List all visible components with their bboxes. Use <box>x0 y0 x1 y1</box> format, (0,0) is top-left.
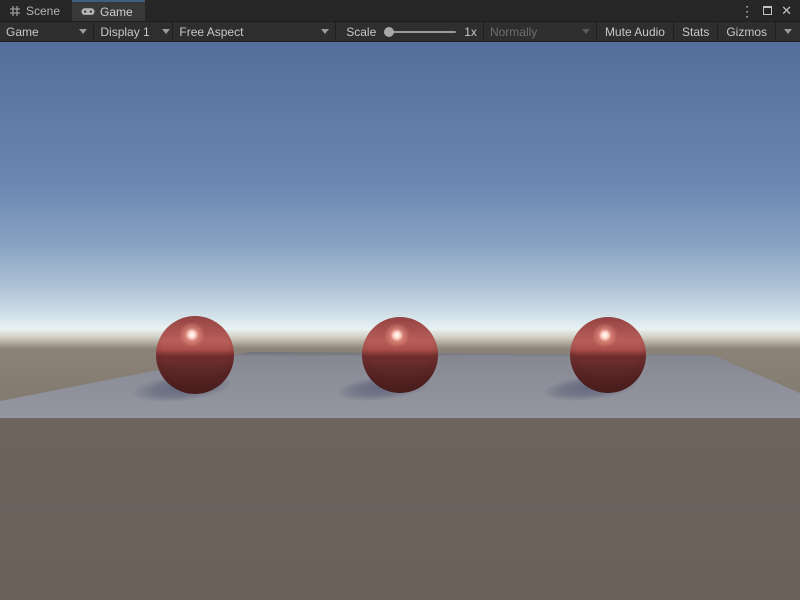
game-view-type-dropdown[interactable]: Game <box>0 22 93 41</box>
close-icon[interactable]: ✕ <box>781 4 792 17</box>
gizmos-label: Gizmos <box>726 25 767 39</box>
chevron-down-icon <box>79 29 87 34</box>
red-sphere <box>156 316 234 394</box>
maximize-icon[interactable] <box>763 6 772 15</box>
chevron-down-icon <box>784 29 792 34</box>
gamepad-icon <box>81 6 95 17</box>
gizmos-dropdown[interactable] <box>776 22 800 41</box>
game-view-type-label: Game <box>6 25 39 39</box>
mute-audio-button[interactable]: Mute Audio <box>597 22 673 41</box>
toolbar-right-group: Normally Mute Audio Stats Gizmos <box>483 22 800 41</box>
tab-label: Scene <box>26 4 60 18</box>
aspect-ratio-dropdown[interactable]: Free Aspect <box>173 22 335 41</box>
grid-icon <box>9 5 21 17</box>
unity-game-window: Scene Game ⋮ ✕ Game Display 1 Free A <box>0 0 800 600</box>
play-focus-label: Normally <box>490 25 537 39</box>
red-sphere <box>570 317 646 393</box>
red-sphere <box>362 317 438 393</box>
chevron-down-icon <box>582 29 590 34</box>
aspect-ratio-label: Free Aspect <box>179 25 243 39</box>
scale-slider-handle[interactable] <box>384 27 394 37</box>
tab-game[interactable]: Game <box>72 0 145 21</box>
tab-label: Game <box>100 5 133 19</box>
chevron-down-icon <box>162 29 170 34</box>
game-toolbar: Game Display 1 Free Aspect Scale 1x <box>0 22 800 42</box>
stats-button[interactable]: Stats <box>674 22 717 41</box>
tab-scene[interactable]: Scene <box>0 0 72 21</box>
chevron-down-icon <box>321 29 329 34</box>
game-viewport[interactable] <box>0 42 800 600</box>
tab-bar: Scene Game ⋮ ✕ <box>0 0 800 22</box>
gizmos-button[interactable]: Gizmos <box>718 22 775 41</box>
kebab-menu-icon[interactable]: ⋮ <box>740 4 754 18</box>
display-dropdown[interactable]: Display 1 <box>94 22 172 41</box>
play-focus-dropdown: Normally <box>484 22 596 41</box>
scale-label: Scale <box>346 25 376 39</box>
display-label: Display 1 <box>100 25 149 39</box>
scale-control: Scale 1x <box>336 22 483 41</box>
mute-audio-label: Mute Audio <box>605 25 665 39</box>
scale-value: 1x <box>464 25 477 39</box>
spheres-layer <box>0 42 800 600</box>
window-controls: ⋮ ✕ <box>740 0 800 21</box>
scale-slider[interactable] <box>384 31 456 33</box>
stats-label: Stats <box>682 25 709 39</box>
